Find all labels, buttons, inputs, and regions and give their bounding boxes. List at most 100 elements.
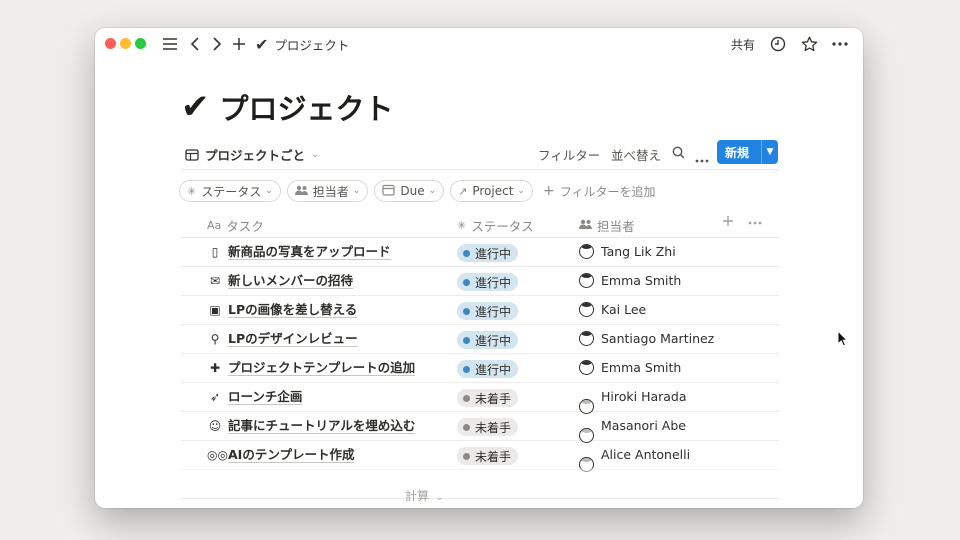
task-name[interactable]: 新商品の写真をアップロード <box>228 244 391 260</box>
status-badge[interactable]: 未着手 <box>457 389 519 407</box>
column-header-status[interactable]: ✳ ステータス <box>457 216 534 235</box>
checkmark-icon: ✔ <box>181 87 210 127</box>
status-dot-icon <box>463 278 470 286</box>
column-header-label: ステータス <box>471 219 534 234</box>
back-icon[interactable] <box>185 34 205 54</box>
filter-chip-label: 担当者 <box>312 184 349 199</box>
breadcrumb[interactable]: ✔ プロジェクト <box>255 35 349 54</box>
filter-chip-status[interactable]: ✳ ステータス ⌄ <box>179 180 281 202</box>
task-name[interactable]: AIのテンプレート作成 <box>228 447 355 463</box>
magnifier-icon: ⚲ <box>210 332 220 346</box>
status-badge[interactable]: 進行中 <box>457 273 519 291</box>
filter-button[interactable]: フィルター <box>538 145 600 164</box>
status-dot-icon <box>463 249 470 257</box>
status-badge[interactable]: 進行中 <box>457 360 519 378</box>
task-name-cell[interactable]: ◎◎ AIのテンプレート作成 <box>207 447 355 463</box>
column-header-label: 担当者 <box>597 219 635 234</box>
search-icon[interactable] <box>672 146 685 162</box>
close-window-button[interactable] <box>105 38 116 49</box>
assignee-cell[interactable]: Emma Smith <box>579 273 681 288</box>
status-badge[interactable]: 進行中 <box>457 244 519 262</box>
more-view-options-icon[interactable] <box>695 151 709 166</box>
view-toolbar: プロジェクトごと ⌄ フィルター 並べ替え 新規 ▼ <box>181 140 779 168</box>
status-label: 進行中 <box>475 333 512 348</box>
table-row[interactable]: ➶ ローンチ企画 未着手 Hiroki Harada <box>181 383 779 414</box>
task-name[interactable]: LPの画像を差し替える <box>228 302 358 318</box>
filter-chip-due[interactable]: Due ⌄ <box>374 180 445 202</box>
assignee-cell[interactable]: Alice Antonelli <box>579 447 691 472</box>
minimize-window-button[interactable] <box>120 38 131 49</box>
status-badge[interactable]: 進行中 <box>457 331 519 349</box>
plus-icon: ✚ <box>209 361 221 375</box>
task-name-cell[interactable]: ☺ 記事にチュートリアルを埋め込む <box>207 418 416 434</box>
table-row[interactable]: ⚲ LPのデザインレビュー 進行中 Santiago Martinez <box>181 325 779 354</box>
table-row[interactable]: ✉ 新しいメンバーの招待 進行中 Emma Smith <box>181 267 779 296</box>
avatar-icon <box>579 331 594 346</box>
task-table-body: ▯ 新商品の写真をアップロード 進行中 Tang Lik Zhi ✉ 新しいメンバーの招待… <box>181 238 779 499</box>
more-options-icon[interactable] <box>830 34 850 54</box>
add-filter-button[interactable]: + フィルターを追加 <box>543 183 656 200</box>
assignee-cell[interactable]: Emma Smith <box>579 360 681 375</box>
zoom-window-button[interactable] <box>135 38 146 49</box>
people-icon <box>294 185 308 198</box>
status-label: 進行中 <box>475 246 512 261</box>
assignee-cell[interactable]: Santiago Martinez <box>579 331 714 346</box>
column-header-task[interactable]: Aa タスク <box>207 216 264 235</box>
column-header-assignee[interactable]: 担当者 <box>579 216 635 235</box>
status-badge[interactable]: 進行中 <box>457 302 519 320</box>
status-dot-icon <box>463 423 470 431</box>
assignee-cell[interactable]: Kai Lee <box>579 302 646 317</box>
people-icon <box>579 219 592 232</box>
assignee-cell[interactable]: Hiroki Harada <box>579 389 687 414</box>
forward-icon[interactable] <box>207 34 227 54</box>
calculate-button[interactable]: 計算 ⌄ <box>405 487 443 504</box>
task-name-cell[interactable]: ✉ 新しいメンバーの招待 <box>207 273 354 289</box>
chevron-down-icon: ⌄ <box>428 186 437 196</box>
task-name-cell[interactable]: ✚ プロジェクトテンプレートの追加 <box>207 360 416 376</box>
chevron-down-icon: ⌄ <box>265 186 273 196</box>
share-button[interactable]: 共有 <box>731 36 755 53</box>
assignee-name: Tang Lik Zhi <box>601 244 676 259</box>
add-property-icon[interactable] <box>722 215 734 227</box>
sort-button[interactable]: 並べ替え <box>611 145 661 164</box>
filter-chip-assignee[interactable]: 担当者 ⌄ <box>286 180 369 202</box>
new-dropdown-chevron-icon[interactable]: ▼ <box>762 147 778 157</box>
view-tab-label: プロジェクトごと <box>205 148 306 163</box>
task-name[interactable]: ローンチ企画 <box>228 389 303 405</box>
mouse-pointer-icon <box>837 330 849 347</box>
filter-chip-project[interactable]: ↗ Project ⌄ <box>450 180 533 202</box>
status-badge[interactable]: 未着手 <box>457 447 519 465</box>
task-name[interactable]: 記事にチュートリアルを埋め込む <box>228 418 416 434</box>
favorite-star-icon[interactable] <box>799 34 819 54</box>
assignee-name: Alice Antonelli <box>601 447 691 462</box>
history-clock-icon[interactable] <box>768 34 788 54</box>
status-label: 進行中 <box>475 304 512 319</box>
task-name[interactable]: 新しいメンバーの招待 <box>228 273 354 289</box>
new-page-icon[interactable] <box>229 34 249 54</box>
arrow-up-right-icon: ↗ <box>458 184 468 198</box>
assignee-cell[interactable]: Masanori Abe <box>579 418 686 443</box>
page-title-text: プロジェクト <box>219 92 394 126</box>
filter-chip-label: ステータス <box>201 184 262 199</box>
view-tab-by-project[interactable]: プロジェクトごと ⌄ <box>185 145 319 164</box>
task-name-cell[interactable]: ▣ LPの画像を差し替える <box>207 302 358 318</box>
assignee-cell[interactable]: Tang Lik Zhi <box>579 244 676 259</box>
column-options-icon[interactable] <box>748 221 762 225</box>
task-name-cell[interactable]: ⚲ LPのデザインレビュー <box>207 331 358 347</box>
new-button-label: 新規 <box>725 145 750 160</box>
table-row[interactable]: ▯ 新商品の写真をアップロード 進行中 Tang Lik Zhi <box>181 238 779 267</box>
table-row[interactable]: ▣ LPの画像を差し替える 進行中 Kai Lee <box>181 296 779 325</box>
task-name-cell[interactable]: ▯ 新商品の写真をアップロード <box>207 244 391 260</box>
new-button[interactable]: 新規 ▼ <box>717 140 778 164</box>
table-row[interactable]: ◎◎ AIのテンプレート作成 未着手 Alice Antonelli <box>181 441 779 472</box>
status-badge[interactable]: 未着手 <box>457 418 519 436</box>
task-name-cell[interactable]: ➶ ローンチ企画 <box>207 389 303 405</box>
task-name[interactable]: LPのデザインレビュー <box>228 331 358 347</box>
avatar-icon <box>579 360 594 375</box>
sidebar-menu-icon[interactable] <box>160 34 180 54</box>
column-header-label: タスク <box>226 219 264 234</box>
glasses-icon: ◎◎ <box>207 448 228 462</box>
task-name[interactable]: プロジェクトテンプレートの追加 <box>228 360 416 376</box>
table-row[interactable]: ✚ プロジェクトテンプレートの追加 進行中 Emma Smith <box>181 354 779 383</box>
table-row[interactable]: ☺ 記事にチュートリアルを埋め込む 未着手 Masanori Abe <box>181 412 779 443</box>
